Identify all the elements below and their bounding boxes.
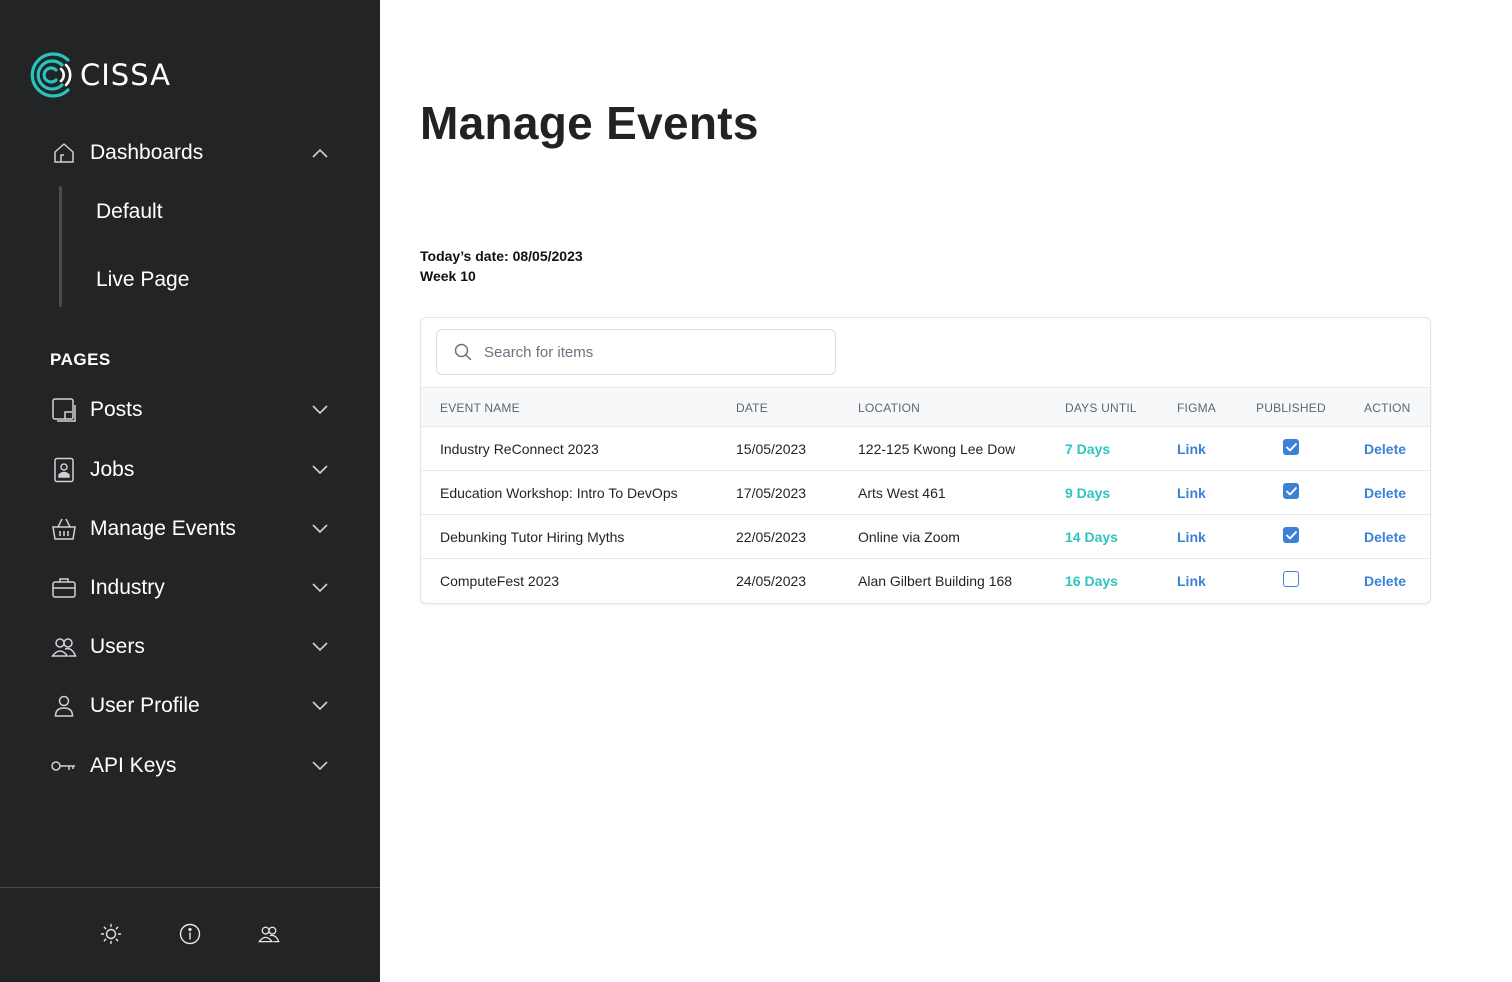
days-until-cell: 7 Days — [1065, 441, 1111, 457]
published-checkbox[interactable] — [1283, 527, 1299, 543]
logo-text: CISSA — [80, 58, 171, 92]
column-header-location[interactable]: LOCATION — [858, 401, 920, 415]
id-badge-icon — [50, 456, 78, 484]
location-cell: 122-125 Kwong Lee Dow — [858, 441, 1016, 457]
sidebar-item-api-keys[interactable]: API Keys — [50, 746, 330, 786]
sidebar-item-label: Manage Events — [90, 517, 236, 540]
table-row: ComputeFest 2023 24/05/2023 Alan Gilbert… — [421, 559, 1430, 603]
chevron-down-icon[interactable] — [310, 519, 330, 539]
sidebar-item-manage-events[interactable]: Manage Events — [50, 509, 330, 549]
column-header-action[interactable]: ACTION — [1364, 401, 1411, 415]
sidebar-item-label: Industry — [90, 576, 165, 599]
days-until-cell: 14 Days — [1065, 529, 1118, 545]
figma-link[interactable]: Link — [1177, 529, 1206, 545]
users-icon[interactable] — [257, 922, 281, 946]
sidebar-subitem-live-page[interactable]: Live Page — [96, 268, 189, 292]
today-date: Today’s date: 08/05/2023 — [420, 248, 583, 264]
sidebar-item-dashboards[interactable]: Dashboards — [50, 133, 330, 173]
sidebar-item-label: API Keys — [90, 754, 177, 777]
checkmark-icon — [1285, 486, 1297, 495]
home-icon — [50, 139, 78, 167]
delete-button[interactable]: Delete — [1364, 573, 1406, 589]
delete-button[interactable]: Delete — [1364, 529, 1406, 545]
chevron-down-icon[interactable] — [310, 637, 330, 657]
users-icon — [50, 633, 78, 661]
chevron-down-icon[interactable] — [310, 460, 330, 480]
date-cell: 24/05/2023 — [736, 573, 807, 589]
published-checkbox[interactable] — [1283, 571, 1299, 587]
event-name-cell: Education Workshop: Intro To DevOps — [440, 485, 678, 501]
events-table-card: EVENT NAME DATE LOCATION DAYS UNTIL FIGM… — [420, 317, 1431, 604]
sidebar-item-jobs[interactable]: Jobs — [50, 450, 330, 490]
column-header-days-until[interactable]: DAYS UNTIL — [1065, 401, 1137, 415]
figma-link[interactable]: Link — [1177, 573, 1206, 589]
section-title-pages: PAGES — [50, 350, 111, 369]
published-checkbox[interactable] — [1283, 439, 1299, 455]
briefcase-icon — [50, 574, 78, 602]
event-name-cell: Debunking Tutor Hiring Myths — [440, 529, 625, 545]
cissa-logo[interactable]: CISSA — [28, 52, 171, 98]
date-cell: 22/05/2023 — [736, 529, 807, 545]
posts-icon — [50, 396, 78, 424]
sidebar-subitem-default[interactable]: Default — [96, 200, 163, 224]
table-row: Debunking Tutor Hiring Myths 22/05/2023 … — [421, 515, 1430, 559]
column-header-date[interactable]: DATE — [736, 401, 768, 415]
date-cell: 17/05/2023 — [736, 485, 807, 501]
location-cell: Online via Zoom — [858, 529, 960, 545]
sidebar-footer — [0, 887, 380, 982]
sidebar-item-user-profile[interactable]: User Profile — [50, 686, 330, 726]
sun-icon[interactable] — [99, 922, 123, 946]
basket-icon — [50, 515, 78, 543]
figma-link[interactable]: Link — [1177, 441, 1206, 457]
sidebar-item-label: Users — [90, 635, 145, 658]
column-header-published[interactable]: PUBLISHED — [1256, 401, 1326, 415]
chevron-down-icon[interactable] — [310, 400, 330, 420]
column-header-event-name[interactable]: EVENT NAME — [440, 401, 520, 415]
figma-link[interactable]: Link — [1177, 485, 1206, 501]
table-header: EVENT NAME DATE LOCATION DAYS UNTIL FIGM… — [421, 387, 1430, 427]
days-until-cell: 9 Days — [1065, 485, 1111, 501]
logo-mark-icon — [30, 52, 72, 98]
event-name-cell: Industry ReConnect 2023 — [440, 441, 599, 457]
sidebar-item-posts[interactable]: Posts — [50, 390, 330, 430]
location-cell: Arts West 461 — [858, 485, 946, 501]
page-title: Manage Events — [420, 97, 759, 149]
sidebar-item-industry[interactable]: Industry — [50, 568, 330, 608]
sidebar-item-label: Dashboards — [90, 141, 204, 164]
table-row: Industry ReConnect 2023 15/05/2023 122-1… — [421, 427, 1430, 471]
delete-button[interactable]: Delete — [1364, 485, 1406, 501]
sidebar: CISSA Dashboards Default Live Page PAGES… — [0, 0, 380, 982]
sidebar-item-label: Posts — [90, 398, 143, 421]
sidebar-item-label: Jobs — [90, 458, 135, 481]
sidebar-item-users[interactable]: Users — [50, 627, 330, 667]
chevron-down-icon[interactable] — [310, 578, 330, 598]
published-checkbox[interactable] — [1283, 483, 1299, 499]
date-cell: 15/05/2023 — [736, 441, 807, 457]
event-name-cell: ComputeFest 2023 — [440, 573, 560, 589]
week-label: Week 10 — [420, 268, 476, 284]
info-icon[interactable] — [178, 922, 202, 946]
table-row: Education Workshop: Intro To DevOps 17/0… — [421, 471, 1430, 515]
column-header-figma[interactable]: FIGMA — [1177, 401, 1216, 415]
submenu-divider — [59, 186, 62, 307]
sidebar-item-label: User Profile — [90, 694, 200, 717]
chevron-up-icon[interactable] — [310, 143, 330, 163]
search-input[interactable] — [484, 343, 814, 361]
search-icon — [452, 341, 474, 363]
key-icon — [50, 752, 78, 780]
delete-button[interactable]: Delete — [1364, 441, 1406, 457]
days-until-cell: 16 Days — [1065, 573, 1118, 589]
user-icon — [50, 692, 78, 720]
location-cell: Alan Gilbert Building 168 — [858, 573, 1013, 589]
search-box[interactable] — [436, 329, 836, 375]
checkmark-icon — [1285, 530, 1297, 539]
checkmark-icon — [1285, 442, 1297, 451]
chevron-down-icon[interactable] — [310, 756, 330, 776]
chevron-down-icon[interactable] — [310, 696, 330, 716]
